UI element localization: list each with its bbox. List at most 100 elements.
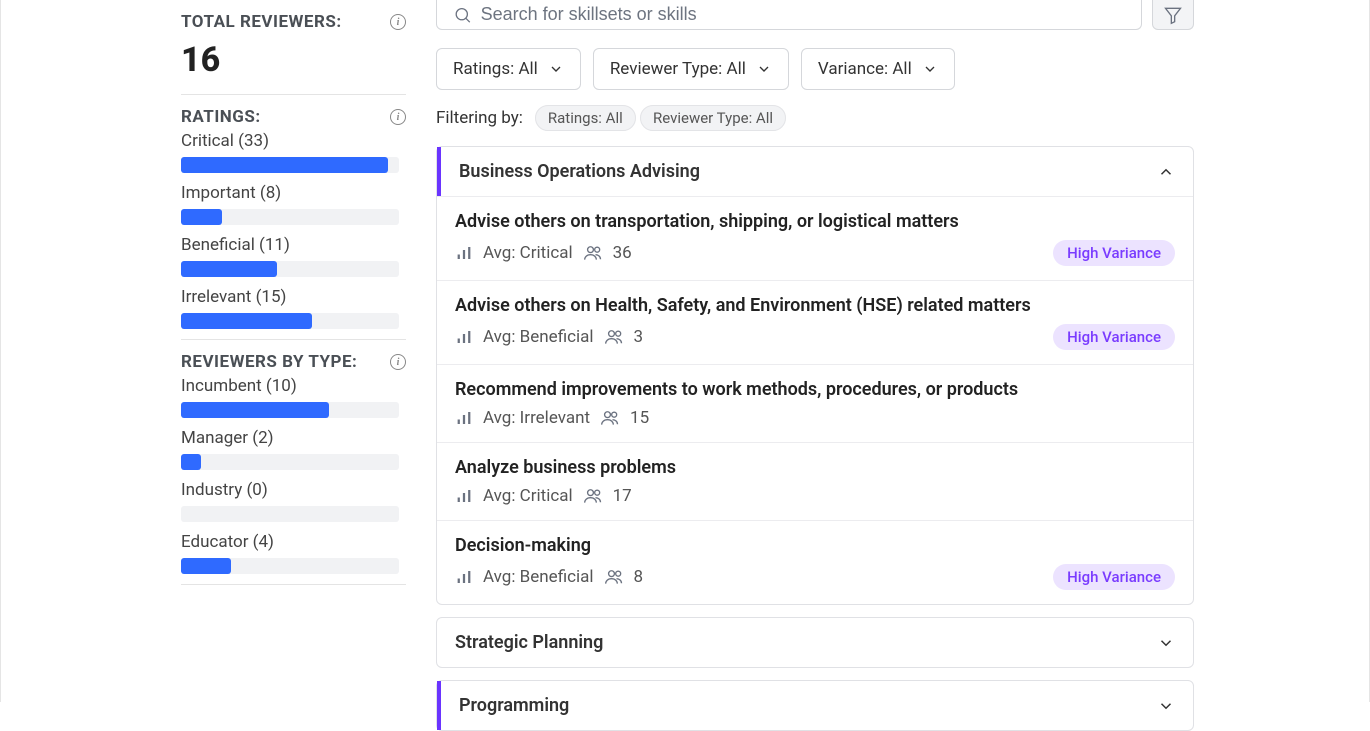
chevron-down-icon xyxy=(548,61,564,77)
bar-fill xyxy=(181,157,388,173)
skill-meta-left: Avg: Irrelevant 15 xyxy=(455,408,649,428)
filter-pill[interactable]: Reviewer Type: All xyxy=(640,105,786,131)
bar-fill xyxy=(181,313,312,329)
chevron-down-icon xyxy=(1157,697,1175,715)
funnel-icon xyxy=(1163,5,1183,25)
skill-avg: Avg: Critical xyxy=(483,243,573,263)
search-box[interactable] xyxy=(436,0,1142,30)
skill-meta-left: Avg: Beneficial 3 xyxy=(455,327,643,347)
rating-bar: Irrelevant (15) xyxy=(181,287,406,329)
people-icon xyxy=(583,486,603,506)
skill-avg: Avg: Beneficial xyxy=(483,567,594,587)
skill-item[interactable]: Advise others on Health, Safety, and Env… xyxy=(437,280,1193,364)
reviewer-type-filter[interactable]: Reviewer Type: All xyxy=(593,48,789,90)
ratings-label: RATINGS: xyxy=(181,107,261,127)
bar-label: Irrelevant (15) xyxy=(181,287,406,307)
skill-meta-left: Avg: Critical 36 xyxy=(455,243,632,263)
variance-filter[interactable]: Variance: All xyxy=(801,48,955,90)
bar-track xyxy=(181,209,399,225)
skill-count: 15 xyxy=(630,408,649,428)
skill-count: 36 xyxy=(613,243,632,263)
bar-track xyxy=(181,558,399,574)
info-icon[interactable]: i xyxy=(390,14,406,30)
bar-label: Industry (0) xyxy=(181,480,406,500)
skill-meta-left: Avg: Beneficial 8 xyxy=(455,567,643,587)
bar-chart-icon xyxy=(455,328,473,346)
bar-fill xyxy=(181,454,201,470)
skill-title: Recommend improvements to work methods, … xyxy=(455,379,1175,400)
bar-label: Beneficial (11) xyxy=(181,235,406,255)
skill-title: Advise others on transportation, shippin… xyxy=(455,211,1175,232)
skillset-group-header[interactable]: Business Operations Advising xyxy=(437,147,1193,196)
skillset-group-header[interactable]: Strategic Planning xyxy=(437,618,1193,667)
info-icon[interactable]: i xyxy=(390,109,406,125)
skill-avg: Avg: Critical xyxy=(483,486,573,506)
variance-filter-label: Variance: All xyxy=(818,59,912,79)
people-icon xyxy=(600,408,620,428)
search-icon xyxy=(453,5,472,25)
bar-track xyxy=(181,402,399,418)
skill-title: Analyze business problems xyxy=(455,457,1175,478)
bar-label: Critical (33) xyxy=(181,131,406,151)
rating-bar: Important (8) xyxy=(181,183,406,225)
skillset-group: Business Operations Advising Advise other… xyxy=(436,146,1194,605)
total-reviewers-label: TOTAL REVIEWERS: xyxy=(181,12,342,32)
reviewer-type-bar: Manager (2) xyxy=(181,428,406,470)
info-icon[interactable]: i xyxy=(390,354,406,370)
reviewer-type-bar: Industry (0) xyxy=(181,480,406,522)
bar-chart-icon xyxy=(455,487,473,505)
people-icon xyxy=(604,327,624,347)
bar-track xyxy=(181,313,399,329)
skill-count: 3 xyxy=(634,327,644,347)
skillset-group-title: Programming xyxy=(459,695,569,716)
skill-avg: Avg: Irrelevant xyxy=(483,408,590,428)
people-icon xyxy=(583,243,603,263)
skillset-group: Programming xyxy=(436,680,1194,731)
filter-pill[interactable]: Ratings: All xyxy=(535,105,636,131)
ratings-filter[interactable]: Ratings: All xyxy=(436,48,581,90)
search-input[interactable] xyxy=(481,4,1125,25)
bar-track xyxy=(181,261,399,277)
people-icon xyxy=(604,567,624,587)
skill-item[interactable]: Recommend improvements to work methods, … xyxy=(437,364,1193,442)
reviewer-type-filter-label: Reviewer Type: All xyxy=(610,59,746,79)
bar-label: Educator (4) xyxy=(181,532,406,552)
rating-bar: Beneficial (11) xyxy=(181,235,406,277)
skillset-group-header[interactable]: Programming xyxy=(437,681,1193,730)
skill-item[interactable]: Analyze business problems Avg: Critical 17 xyxy=(437,442,1193,520)
skill-title: Decision-making xyxy=(455,535,1175,556)
chevron-down-icon xyxy=(1157,634,1175,652)
variance-badge: High Variance xyxy=(1053,240,1175,266)
sidebar: TOTAL REVIEWERS: i 16 RATINGS: i Critica… xyxy=(1,0,406,702)
reviewer-type-bar: Incumbent (10) xyxy=(181,376,406,418)
skill-avg: Avg: Beneficial xyxy=(483,327,594,347)
bar-fill xyxy=(181,558,231,574)
chevron-down-icon xyxy=(922,61,938,77)
bar-fill xyxy=(181,209,222,225)
reviewer-type-bar: Educator (4) xyxy=(181,532,406,574)
bar-label: Manager (2) xyxy=(181,428,406,448)
bar-label: Important (8) xyxy=(181,183,406,203)
skill-title: Advise others on Health, Safety, and Env… xyxy=(455,295,1175,316)
skill-item[interactable]: Advise others on transportation, shippin… xyxy=(437,196,1193,280)
skill-count: 8 xyxy=(634,567,644,587)
skill-count: 17 xyxy=(613,486,632,506)
variance-badge: High Variance xyxy=(1053,564,1175,590)
skillset-group-title: Business Operations Advising xyxy=(459,161,700,182)
reviewers-by-type-label: REVIEWERS BY TYPE: xyxy=(181,352,357,372)
filter-button[interactable] xyxy=(1152,0,1194,30)
ratings-filter-label: Ratings: All xyxy=(453,59,538,79)
variance-badge: High Variance xyxy=(1053,324,1175,350)
skillset-group: Strategic Planning xyxy=(436,617,1194,668)
bar-fill xyxy=(181,402,329,418)
bar-track xyxy=(181,506,399,522)
main-content: Ratings: All Reviewer Type: All Variance… xyxy=(406,0,1369,702)
bar-chart-icon xyxy=(455,409,473,427)
bar-fill xyxy=(181,261,277,277)
chevron-down-icon xyxy=(756,61,772,77)
bar-track xyxy=(181,157,399,173)
skillset-group-title: Strategic Planning xyxy=(455,632,603,653)
bar-chart-icon xyxy=(455,568,473,586)
filtering-by-label: Filtering by: xyxy=(436,108,523,128)
skill-item[interactable]: Decision-making Avg: Beneficial 8 High Vari… xyxy=(437,520,1193,604)
